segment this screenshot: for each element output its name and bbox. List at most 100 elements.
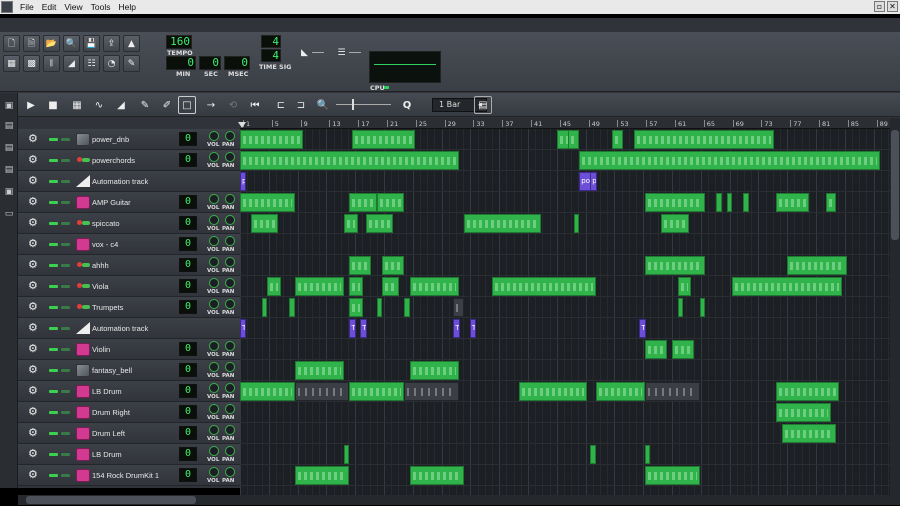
solo-toggle[interactable] <box>61 222 70 225</box>
beat-bassline-editor-icon[interactable]: ▩ <box>23 55 40 72</box>
track-row[interactable]: ⚙ power_dnb 0 VOL PAN <box>18 129 240 150</box>
panning-knob[interactable] <box>225 194 235 204</box>
panning-knob[interactable] <box>225 278 235 288</box>
pattern-clip[interactable] <box>727 193 733 212</box>
track-name[interactable]: LB Drum <box>92 450 122 459</box>
menu-help[interactable]: Help <box>114 2 139 12</box>
panning-knob[interactable] <box>225 257 235 267</box>
solo-toggle[interactable] <box>61 390 70 393</box>
proportional-snap-icon[interactable]: ⊐ <box>292 96 310 114</box>
pattern-clip[interactable] <box>349 298 364 317</box>
pattern-clip[interactable] <box>409 277 459 296</box>
pattern-clip[interactable] <box>409 361 459 380</box>
volume-knob[interactable] <box>209 257 219 267</box>
my-presets-icon[interactable]: ▤ <box>4 165 14 175</box>
track-name[interactable]: Drum Right <box>92 408 130 417</box>
pattern-clip[interactable] <box>644 445 651 464</box>
track-row[interactable]: ⚙ Drum Right 0 VOL PAN <box>18 402 240 423</box>
volume-knob[interactable] <box>209 152 219 162</box>
horizontal-scroll-thumb[interactable] <box>26 496 196 504</box>
pattern-clip[interactable] <box>732 277 842 296</box>
pattern-clip[interactable] <box>343 445 350 464</box>
track-row[interactable]: ⚙ AMP Guitar 0 VOL PAN <box>18 192 240 213</box>
track-lane[interactable] <box>240 339 890 360</box>
vertical-scrollbar[interactable] <box>890 118 900 495</box>
track-lane[interactable] <box>240 213 890 234</box>
automation-clip[interactable]: T <box>360 319 367 338</box>
mute-toggle[interactable] <box>49 369 58 372</box>
fx-channel-display[interactable]: 0 <box>179 405 197 419</box>
automation-clip[interactable]: T <box>639 319 646 338</box>
solo-toggle[interactable] <box>61 285 70 288</box>
track-row[interactable]: ⚙ Automation track <box>18 171 240 192</box>
pattern-clip[interactable] <box>349 193 377 212</box>
my-home-icon[interactable]: ▣ <box>4 187 14 197</box>
gear-icon[interactable]: ⚙ <box>28 301 40 313</box>
export-project-icon[interactable]: ⇪ <box>103 35 120 52</box>
loop-points-icon[interactable]: ⟲ <box>224 96 242 114</box>
pattern-clip[interactable] <box>590 445 596 464</box>
zoom-slider-track[interactable] <box>336 104 391 105</box>
solo-toggle[interactable] <box>61 264 70 267</box>
solo-toggle[interactable] <box>61 243 70 246</box>
mute-toggle[interactable] <box>49 474 58 477</box>
pattern-clip[interactable] <box>240 130 303 149</box>
pattern-clip[interactable] <box>633 130 774 149</box>
pattern-clip[interactable] <box>240 382 295 401</box>
volume-knob[interactable] <box>209 467 219 477</box>
track-name[interactable]: Automation track <box>92 177 148 186</box>
track-name[interactable]: power_dnb <box>92 135 129 144</box>
pattern-clip[interactable] <box>781 424 837 443</box>
pattern-clip[interactable] <box>825 193 837 212</box>
automation-clip[interactable]: T <box>240 319 247 338</box>
volume-knob[interactable] <box>209 446 219 456</box>
volume-knob[interactable] <box>209 362 219 372</box>
track-row[interactable]: ⚙ Viola 0 VOL PAN <box>18 276 240 297</box>
pattern-clip[interactable] <box>352 130 416 149</box>
track-row[interactable]: ⚙ spiccato 0 VOL PAN <box>18 213 240 234</box>
new-project-icon[interactable]: 🗋 <box>3 35 20 52</box>
pattern-clip[interactable] <box>595 382 645 401</box>
my-samples-icon[interactable]: ▤ <box>4 143 14 153</box>
open-project-icon[interactable]: 📂 <box>43 35 60 52</box>
mute-toggle[interactable] <box>49 243 58 246</box>
pattern-clip[interactable] <box>289 298 295 317</box>
menu-edit[interactable]: Edit <box>38 2 61 12</box>
track-lane[interactable] <box>240 297 890 318</box>
track-row[interactable]: ⚙ Violin 0 VOL PAN <box>18 339 240 360</box>
pattern-clip[interactable] <box>573 214 580 233</box>
menu-file[interactable]: File <box>16 2 38 12</box>
solo-toggle[interactable] <box>61 453 70 456</box>
automation-clip[interactable]: T <box>469 319 477 338</box>
gear-icon[interactable]: ⚙ <box>28 259 40 271</box>
mute-toggle[interactable] <box>49 453 58 456</box>
fx-channel-display[interactable]: 0 <box>179 132 197 146</box>
panning-knob[interactable] <box>225 446 235 456</box>
solo-toggle[interactable] <box>61 201 70 204</box>
solo-toggle[interactable] <box>61 138 70 141</box>
controller-rack-icon[interactable]: ◔ <box>103 55 120 72</box>
fx-channel-display[interactable]: 0 <box>179 237 197 251</box>
automation-clip[interactable]: T <box>453 319 460 338</box>
my-projects-icon[interactable]: ▤ <box>4 121 14 131</box>
mute-toggle[interactable] <box>49 138 58 141</box>
piano-roll-icon[interactable]: 𝄃 <box>43 55 60 72</box>
mute-toggle[interactable] <box>49 222 58 225</box>
fx-channel-display[interactable]: 0 <box>179 279 197 293</box>
arrangement-grid[interactable]: ppovpTTiTTTT <box>240 129 890 495</box>
pattern-clip[interactable] <box>349 256 372 275</box>
close-window-icon[interactable]: ✕ <box>887 1 898 12</box>
fx-channel-display[interactable]: 0 <box>179 426 197 440</box>
restore-window-icon[interactable]: ▫ <box>874 1 885 12</box>
gear-icon[interactable]: ⚙ <box>28 343 40 355</box>
solo-toggle[interactable] <box>61 306 70 309</box>
zoom-slider-handle[interactable] <box>352 99 354 110</box>
instrument-plugins-icon[interactable]: ▣ <box>4 101 14 111</box>
panning-knob[interactable] <box>225 152 235 162</box>
menu-tools[interactable]: Tools <box>87 2 115 12</box>
fx-channel-display[interactable]: 0 <box>179 447 197 461</box>
track-lane[interactable] <box>240 171 890 192</box>
gear-icon[interactable]: ⚙ <box>28 154 40 166</box>
solo-toggle[interactable] <box>61 474 70 477</box>
panning-knob[interactable] <box>225 341 235 351</box>
